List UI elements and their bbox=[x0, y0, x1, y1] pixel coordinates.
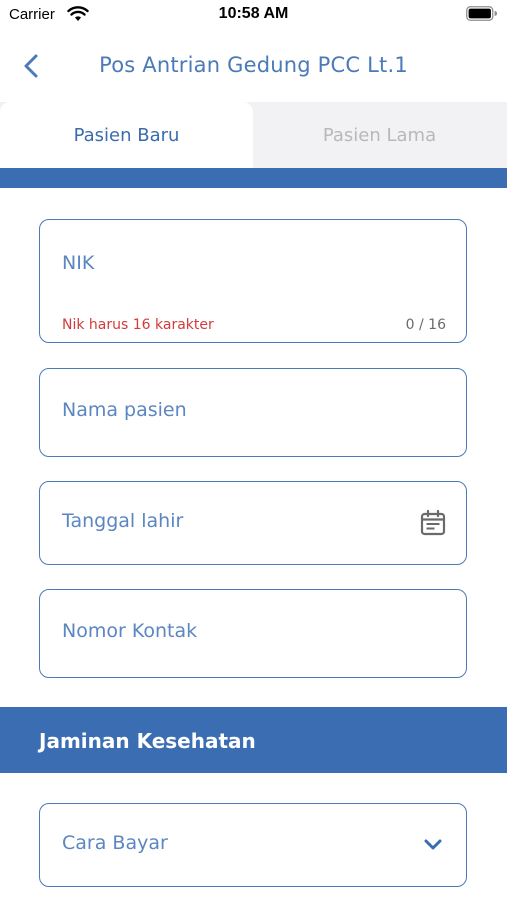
nik-placeholder: NIK bbox=[62, 252, 95, 274]
nama-pasien-field[interactable]: Nama pasien bbox=[39, 368, 467, 457]
nama-pasien-placeholder: Nama pasien bbox=[62, 399, 187, 421]
cara-bayar-placeholder: Cara Bayar bbox=[62, 832, 168, 854]
tab-bar: Pasien Baru Pasien Lama bbox=[0, 102, 507, 168]
section-title: Jaminan Kesehatan bbox=[39, 729, 256, 753]
chevron-down-icon[interactable] bbox=[422, 837, 444, 853]
tab-indicator-strip bbox=[0, 168, 507, 188]
battery-icon bbox=[466, 6, 497, 21]
status-bar: Carrier 10:58 AM bbox=[0, 0, 507, 32]
calendar-icon[interactable] bbox=[419, 509, 447, 537]
tanggal-lahir-field[interactable]: Tanggal lahir bbox=[39, 481, 467, 565]
nik-character-counter: 0 / 16 bbox=[405, 317, 446, 333]
tab-pasien-baru[interactable]: Pasien Baru bbox=[0, 102, 253, 168]
clock: 10:58 AM bbox=[218, 5, 289, 22]
nik-error-text: Nik harus 16 karakter bbox=[62, 317, 214, 333]
cara-bayar-dropdown[interactable]: Cara Bayar bbox=[39, 803, 467, 887]
page-title: Pos Antrian Gedung PCC Lt.1 bbox=[99, 53, 408, 77]
nik-field[interactable]: NIK Nik harus 16 karakter 0 / 16 bbox=[39, 219, 467, 343]
tab-pasien-lama[interactable]: Pasien Lama bbox=[253, 102, 506, 168]
section-header-jaminan: Jaminan Kesehatan bbox=[0, 707, 507, 773]
nomor-kontak-field[interactable]: Nomor Kontak bbox=[39, 589, 467, 678]
navigation-bar: Pos Antrian Gedung PCC Lt.1 bbox=[0, 32, 507, 102]
tanggal-lahir-placeholder: Tanggal lahir bbox=[62, 510, 184, 532]
nomor-kontak-placeholder: Nomor Kontak bbox=[62, 620, 198, 642]
